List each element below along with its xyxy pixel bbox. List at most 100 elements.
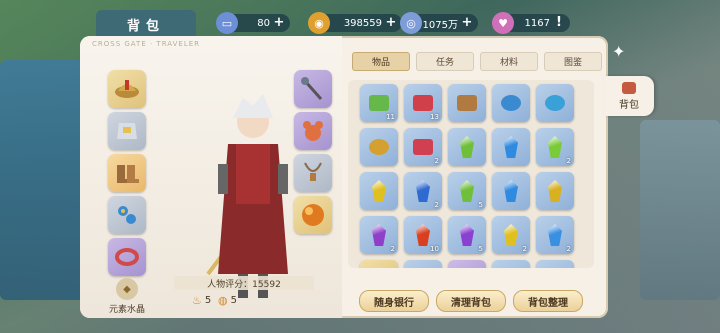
item-count: 13 (430, 113, 439, 121)
sort-bag-button[interactable]: 背包整理 (513, 290, 583, 312)
inventory-slot[interactable] (360, 172, 398, 210)
silver-resource: ◎ 1075万 + (400, 12, 478, 34)
inventory-slot[interactable] (448, 260, 486, 268)
inventory-slot[interactable] (536, 172, 574, 210)
bag-icon (622, 81, 636, 94)
armor-slot[interactable] (108, 112, 146, 150)
yellow-crystal-icon (504, 224, 518, 246)
ticket-resource: ▭ 80 + (216, 12, 290, 34)
inventory-panel: CROSS GATE · TRAVELER 人物评分：15592 ◆ 元素水晶 … (80, 36, 608, 318)
inventory-slot[interactable]: 2 (536, 216, 574, 254)
gem-resource: ♥ 1167 ! (492, 12, 570, 34)
tab-materials[interactable]: 材料 (480, 52, 538, 71)
side-tab-bag[interactable]: 背包 (604, 76, 654, 116)
item-count: 5 (478, 245, 483, 253)
inventory-slot[interactable] (492, 128, 530, 166)
element-crystal-button[interactable]: ◆ 元素水晶 (108, 278, 146, 315)
item-count: 2 (434, 157, 439, 165)
boots-slot[interactable] (108, 154, 146, 192)
bracelet-slot[interactable] (108, 238, 146, 276)
background-roof (0, 60, 90, 300)
inventory-slot[interactable] (536, 260, 574, 268)
inventory-slot[interactable]: 2 (360, 216, 398, 254)
inventory-slot[interactable] (492, 172, 530, 210)
portable-bank-button[interactable]: 随身银行 (359, 290, 429, 312)
inventory-slot[interactable]: 13 (404, 84, 442, 122)
inventory-slot[interactable]: 5 (448, 216, 486, 254)
green-crystal-icon (460, 136, 474, 158)
inventory-slot[interactable] (492, 84, 530, 122)
blue-crystal-icon (504, 136, 518, 158)
accessory-icon (118, 206, 136, 224)
inventory-slot[interactable] (536, 84, 574, 122)
green-ticket-icon (369, 95, 389, 111)
silver-coin-icon: ◎ (400, 12, 422, 34)
tab-items[interactable]: 物品 (352, 52, 410, 71)
add-gold-button[interactable]: + (384, 16, 398, 30)
red-crystal-icon (416, 224, 430, 246)
tab-codex[interactable]: 图鉴 (544, 52, 602, 71)
gem-alert-icon[interactable]: ! (552, 16, 566, 30)
helmet-slot[interactable] (108, 70, 146, 108)
inventory-slot[interactable] (360, 128, 398, 166)
inventory-slot[interactable] (404, 260, 442, 268)
sparkle-icon: ✦ (612, 42, 626, 61)
character-figure (206, 94, 288, 298)
inventory-slot[interactable]: 5 (448, 172, 486, 210)
item-count: 2 (522, 245, 527, 253)
yellow-crystal-icon (548, 180, 562, 202)
gem-value: 1167 (524, 17, 550, 29)
inventory-slot[interactable]: 2 (404, 172, 442, 210)
inventory-slot[interactable]: 2 (536, 128, 574, 166)
yellow-crystal-icon (372, 180, 386, 202)
add-silver-button[interactable]: + (460, 16, 474, 30)
gold-value: 398559 (343, 17, 382, 29)
item-count: 2 (566, 245, 571, 253)
ticket-value: 80 (257, 17, 270, 29)
purple-crystal-icon (372, 224, 386, 246)
character-area: CROSS GATE · TRAVELER 人物评分：15592 ◆ 元素水晶 … (80, 36, 342, 318)
inventory-slot[interactable] (448, 84, 486, 122)
inventory-slot[interactable] (492, 260, 530, 268)
inventory-slot[interactable]: 2 (404, 128, 442, 166)
coin-stack-icon: ◍ (218, 294, 228, 307)
inventory-slot[interactable]: 2 (492, 216, 530, 254)
gold-resource: ◉ 398559 + (308, 12, 402, 34)
purple-crystal-icon (460, 224, 474, 246)
gold-coin-icon: ◉ (308, 12, 330, 34)
silver-value: 1075万 (422, 19, 458, 31)
inventory-slot[interactable]: 11 (360, 84, 398, 122)
earring-gold-icon (369, 139, 389, 155)
background-house (640, 120, 720, 300)
item-count: 11 (386, 113, 395, 121)
armor-icon (117, 123, 137, 139)
inventory-grid: 11 13 2 2 2 5 2 10 5 2 2 (360, 84, 574, 268)
clean-bag-button[interactable]: 清理背包 (436, 290, 506, 312)
side-tab-label: 背包 (619, 99, 639, 111)
inventory-slot[interactable]: 10 (404, 216, 442, 254)
counter-left: ♨ 5 (192, 294, 211, 307)
inventory-slot[interactable] (360, 260, 398, 268)
inventory-grid-container[interactable]: 11 13 2 2 2 5 2 10 5 2 2 (348, 80, 594, 268)
flame-icon: ♨ (192, 294, 202, 307)
red-ticket-icon (413, 95, 433, 111)
counter-left-value: 5 (204, 295, 212, 306)
helmet-icon (115, 80, 139, 98)
element-crystal-label: 元素水晶 (108, 305, 145, 315)
bracelet-icon (115, 248, 139, 266)
necklace-icon (457, 95, 477, 111)
earring-blue-icon (501, 95, 521, 111)
item-count: 10 (430, 245, 439, 253)
counter-right-value: 5 (230, 295, 237, 306)
inventory-tabs: 物品 任务 材料 图鉴 (352, 52, 602, 71)
green-crystal-icon (548, 136, 562, 158)
add-ticket-button[interactable]: + (272, 16, 286, 30)
accessory-slot[interactable] (108, 196, 146, 234)
green-crystal-icon (460, 180, 474, 202)
inventory-slot[interactable] (448, 128, 486, 166)
boots-icon (117, 165, 139, 183)
top-bar: 背包 ▭ 80 + ◉ 398559 + ◎ 1075万 + ♥ 1167 ! (96, 10, 700, 38)
blue-crystal-icon (504, 180, 518, 202)
character-subtitle: CROSS GATE · TRAVELER (92, 40, 201, 48)
tab-quests[interactable]: 任务 (416, 52, 474, 71)
